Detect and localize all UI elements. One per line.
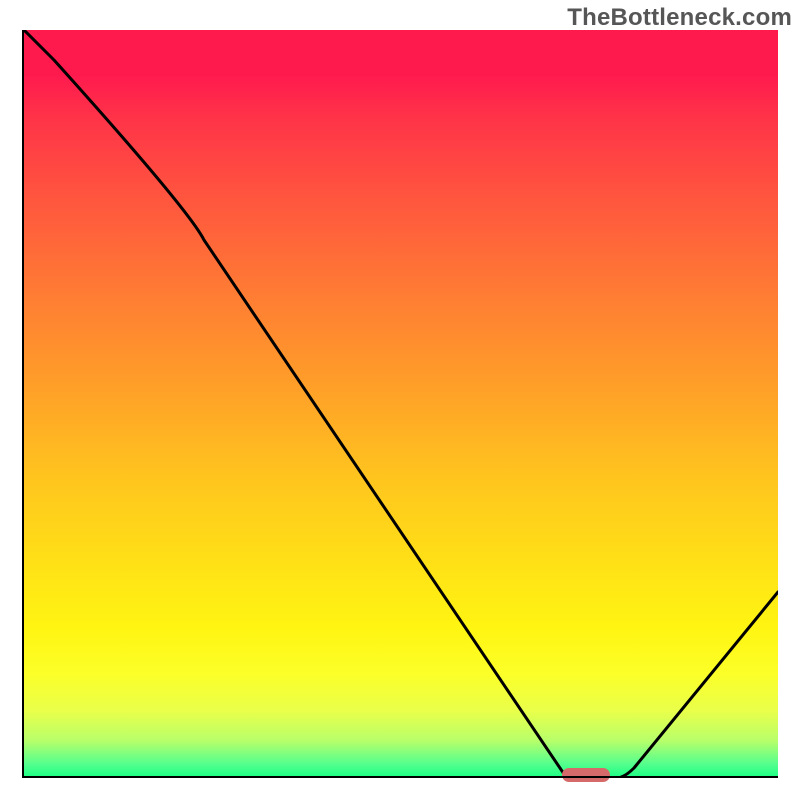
recommendation-marker (562, 768, 610, 782)
chart-container: TheBottleneck.com (0, 0, 800, 800)
y-axis (22, 30, 24, 778)
chart-background-gradient (24, 30, 778, 778)
x-axis (22, 776, 778, 778)
watermark-text: TheBottleneck.com (567, 4, 792, 32)
